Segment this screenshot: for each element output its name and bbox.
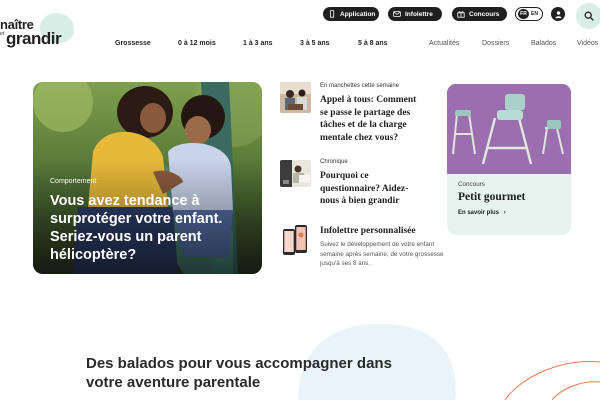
phones-icon xyxy=(280,223,311,259)
app-button-label: Application xyxy=(340,10,376,18)
podcast-section-title: Des balados pour vous accompagner dans v… xyxy=(86,355,392,391)
search-icon xyxy=(584,11,594,21)
hero-title[interactable]: Vous avez tendance à surprotéger votre e… xyxy=(50,192,250,264)
contest-learn-more-link[interactable]: En savoir plus › xyxy=(458,210,506,216)
article-title[interactable]: Pourquoi ce questionnaire? Aidez-nous à … xyxy=(320,170,418,208)
newsletter-title[interactable]: Infolettre personnalisée xyxy=(320,225,460,238)
gift-icon xyxy=(457,11,465,18)
hero-article[interactable]: Comportement Vous avez tendance à surpro… xyxy=(33,82,262,274)
search-button[interactable] xyxy=(576,3,600,29)
contests-button-label: Concours xyxy=(469,10,500,18)
family-photo xyxy=(280,82,311,113)
article-category: Chronique xyxy=(320,159,348,165)
language-switch[interactable]: FR EN xyxy=(515,7,543,21)
logo-line-3: grandir xyxy=(6,29,62,48)
mail-icon xyxy=(393,11,401,17)
phone-icon xyxy=(330,10,335,18)
contest-title[interactable]: Petit gourmet xyxy=(458,191,525,203)
article-thumbnail xyxy=(280,82,311,113)
highchair-photo xyxy=(447,84,571,174)
nav-grossesse[interactable]: Grossesse xyxy=(115,40,151,47)
contest-image xyxy=(447,84,571,174)
chevron-right-icon: › xyxy=(503,210,506,216)
account-button[interactable] xyxy=(551,7,565,21)
article-thumbnail xyxy=(280,160,311,187)
app-button[interactable]: Application xyxy=(323,7,379,21)
learn-more-label: En savoir plus xyxy=(458,210,500,216)
nav-5-8-years[interactable]: 5 à 8 ans xyxy=(358,40,388,47)
user-icon xyxy=(554,10,562,18)
desk-photo xyxy=(280,160,311,187)
nav-0-12-months[interactable]: 0 à 12 mois xyxy=(178,40,216,47)
hero-category: Comportement xyxy=(50,178,97,185)
nav-podcasts[interactable]: Balados xyxy=(531,40,556,47)
nav-3-5-years[interactable]: 3 à 5 ans xyxy=(300,40,330,47)
site-logo[interactable]: naître et grandir xyxy=(0,13,80,49)
newsletter-description: Suivez le développement de votre enfant … xyxy=(320,241,444,267)
contest-card[interactable]: Concours Petit gourmet En savoir plus › xyxy=(447,84,571,235)
article-thumbnail xyxy=(280,223,311,259)
logo-line-2: et xyxy=(0,31,5,37)
contests-button[interactable]: Concours xyxy=(452,7,507,21)
nav-1-3-years[interactable]: 1 à 3 ans xyxy=(243,40,273,47)
contest-category: Concours xyxy=(458,181,485,188)
nav-news[interactable]: Actualités xyxy=(429,40,459,47)
nav-videos[interactable]: Vidéos xyxy=(577,40,598,47)
newsletter-button[interactable]: Infolettre xyxy=(388,7,442,21)
lang-fr-option[interactable]: FR xyxy=(518,9,529,19)
lang-en-option[interactable]: EN xyxy=(529,11,540,17)
nav-dossiers[interactable]: Dossiers xyxy=(482,40,509,47)
article-title[interactable]: Appel à tous: Comment se passe le partag… xyxy=(320,94,424,144)
article-category: En manchettes cette semaine xyxy=(320,83,400,89)
newsletter-button-label: Infolettre xyxy=(405,10,433,18)
